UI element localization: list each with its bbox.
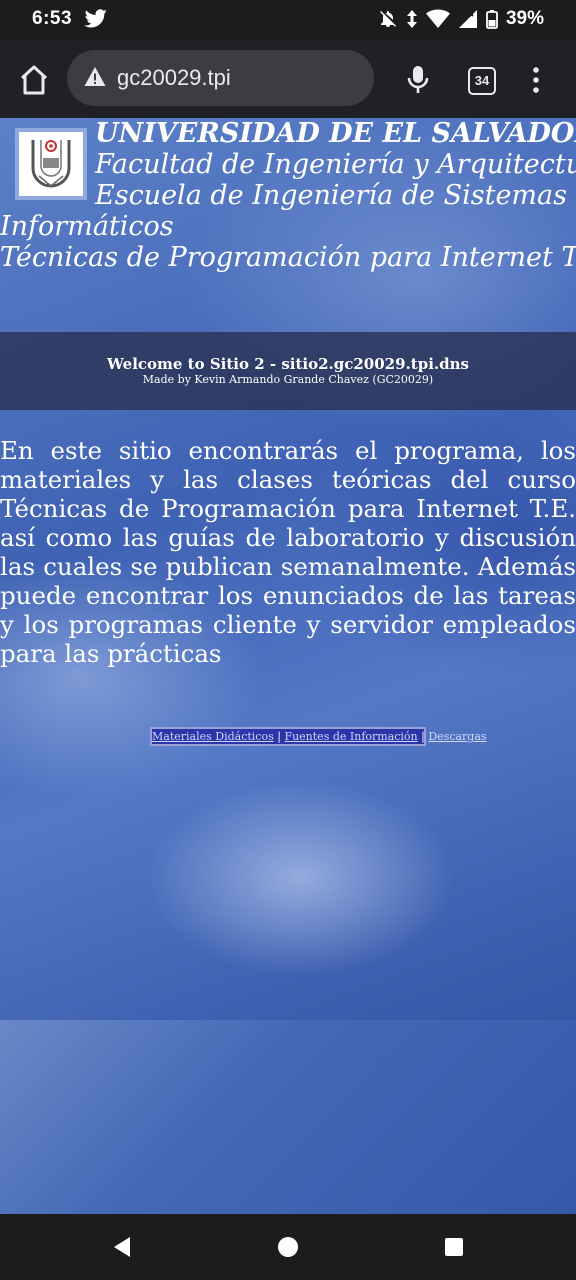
university-logo bbox=[15, 128, 87, 200]
warning-icon[interactable] bbox=[84, 66, 106, 88]
browser-toolbar: gc20029.tpi 34 bbox=[0, 40, 576, 118]
welcome-title: Welcome to Sitio 2 - sitio2.gc20029.tpi.… bbox=[107, 355, 469, 373]
data-arrows-icon bbox=[406, 10, 417, 28]
address-bar[interactable]: gc20029.tpi bbox=[67, 50, 374, 106]
more-vert-icon[interactable] bbox=[530, 66, 542, 94]
author-credit: Made by Kevin Armando Grande Chavez (GC2… bbox=[142, 373, 434, 386]
status-icons: 39% bbox=[378, 8, 544, 30]
tab-switcher-button[interactable]: 34 bbox=[468, 67, 496, 95]
course-title: Técnicas de Programación para Internet T… bbox=[0, 242, 576, 273]
link-fuentes-informacion[interactable]: Fuentes de Información bbox=[284, 730, 417, 743]
back-icon[interactable] bbox=[110, 1235, 134, 1259]
mic-icon[interactable] bbox=[404, 64, 432, 96]
status-time: 6:53 bbox=[32, 8, 73, 29]
intro-paragraph: En este sitio encontrarás el programa, l… bbox=[0, 436, 576, 668]
battery-percent: 39% bbox=[505, 8, 544, 29]
twitter-icon bbox=[84, 9, 107, 28]
battery-icon bbox=[486, 10, 498, 29]
home-icon[interactable] bbox=[16, 62, 52, 98]
site-nav-links: Materiales Didácticos | Fuentes de Infor… bbox=[150, 727, 487, 746]
bell-off-icon bbox=[379, 11, 396, 27]
signal-icon bbox=[458, 10, 477, 28]
university-title: UNIVERSIDAD DE EL SALVADOR bbox=[95, 118, 576, 149]
status-bar: 6:53 39% bbox=[0, 0, 576, 40]
link-descargas[interactable]: Descargas bbox=[428, 730, 486, 743]
school-title-line1: Escuela de Ingeniería de Sistemas bbox=[95, 180, 567, 211]
background-lower-band bbox=[0, 1020, 576, 1214]
system-nav-bar bbox=[0, 1214, 576, 1280]
link-materiales-didacticos[interactable]: Materiales Didácticos bbox=[152, 730, 274, 743]
url-text[interactable]: gc20029.tpi bbox=[117, 65, 231, 91]
link-separator: | bbox=[277, 730, 281, 743]
web-page: UNIVERSIDAD DE EL SALVADOR Facultad de I… bbox=[0, 118, 576, 1214]
welcome-banner: Welcome to Sitio 2 - sitio2.gc20029.tpi.… bbox=[0, 332, 576, 410]
faculty-title: Facultad de Ingeniería y Arquitectura bbox=[95, 149, 576, 180]
wifi-icon bbox=[425, 9, 450, 28]
school-title-line2: Informáticos bbox=[0, 211, 174, 242]
recent-apps-icon[interactable] bbox=[444, 1237, 464, 1257]
home-nav-icon[interactable] bbox=[277, 1236, 299, 1258]
link-separator: | bbox=[421, 730, 425, 743]
